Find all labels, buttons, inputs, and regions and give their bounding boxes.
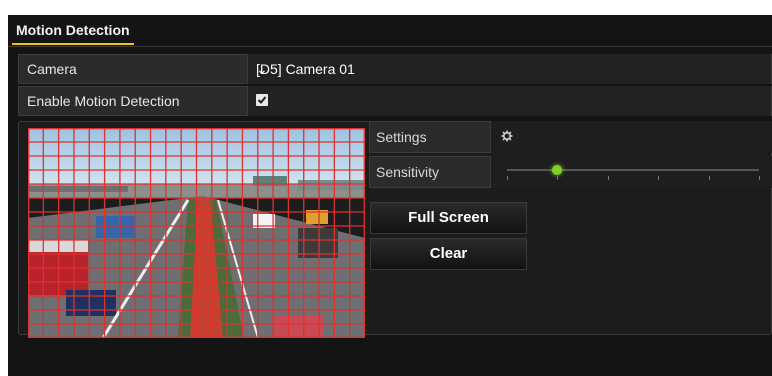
motion-area-container: Settings Sensitivity Full Screen Clear (18, 121, 772, 338)
clear-button[interactable]: Clear (370, 238, 527, 270)
slider-tick (507, 176, 508, 180)
sensitivity-label: Sensitivity (376, 164, 440, 180)
slider-tick (708, 176, 710, 180)
checkmark-icon (257, 96, 267, 104)
slider-tick (607, 176, 609, 180)
motion-detection-panel: Motion Detection Camera [D5] Camera 01 ⌄… (8, 15, 772, 376)
enable-motion-checkbox[interactable] (256, 94, 268, 106)
tab-label: Motion Detection (16, 22, 130, 38)
gear-icon[interactable] (501, 130, 513, 142)
camera-row: Camera [D5] Camera 01 ⌄ (18, 54, 772, 84)
enable-motion-label: Enable Motion Detection (27, 93, 180, 109)
slider-tick (759, 176, 760, 180)
settings-cell (490, 121, 772, 153)
sensitivity-row: Sensitivity (369, 156, 772, 188)
camera-select[interactable]: [D5] Camera 01 ⌄ (247, 54, 771, 84)
tab-separator (8, 46, 772, 47)
sensitivity-slider[interactable] (490, 156, 772, 188)
slider-track (507, 169, 759, 171)
camera-label: Camera (27, 61, 77, 77)
enable-motion-row: Enable Motion Detection (18, 86, 772, 116)
tab-active-indicator (12, 43, 134, 45)
full-screen-button[interactable]: Full Screen (370, 202, 527, 234)
slider-tick (557, 176, 559, 180)
chevron-down-icon[interactable]: ⌄ (256, 54, 765, 84)
camera-preview[interactable] (28, 128, 365, 338)
tab-motion-detection[interactable]: Motion Detection (12, 19, 134, 45)
settings-row: Settings (369, 121, 772, 153)
slider-tick (658, 176, 660, 180)
slider-handle[interactable] (552, 165, 563, 175)
camera-preview-image (28, 128, 365, 338)
settings-label: Settings (376, 129, 427, 145)
enable-motion-cell (247, 86, 771, 116)
